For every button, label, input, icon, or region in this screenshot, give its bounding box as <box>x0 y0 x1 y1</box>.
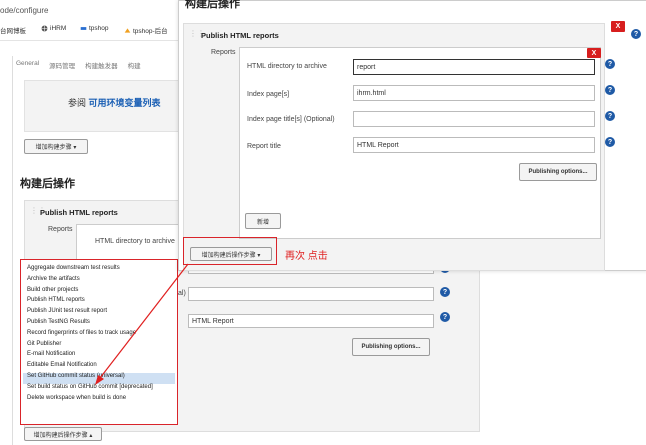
arrow-line <box>99 263 189 379</box>
arrow-head-icon <box>95 375 104 385</box>
red-arrow-annotation <box>95 263 189 385</box>
